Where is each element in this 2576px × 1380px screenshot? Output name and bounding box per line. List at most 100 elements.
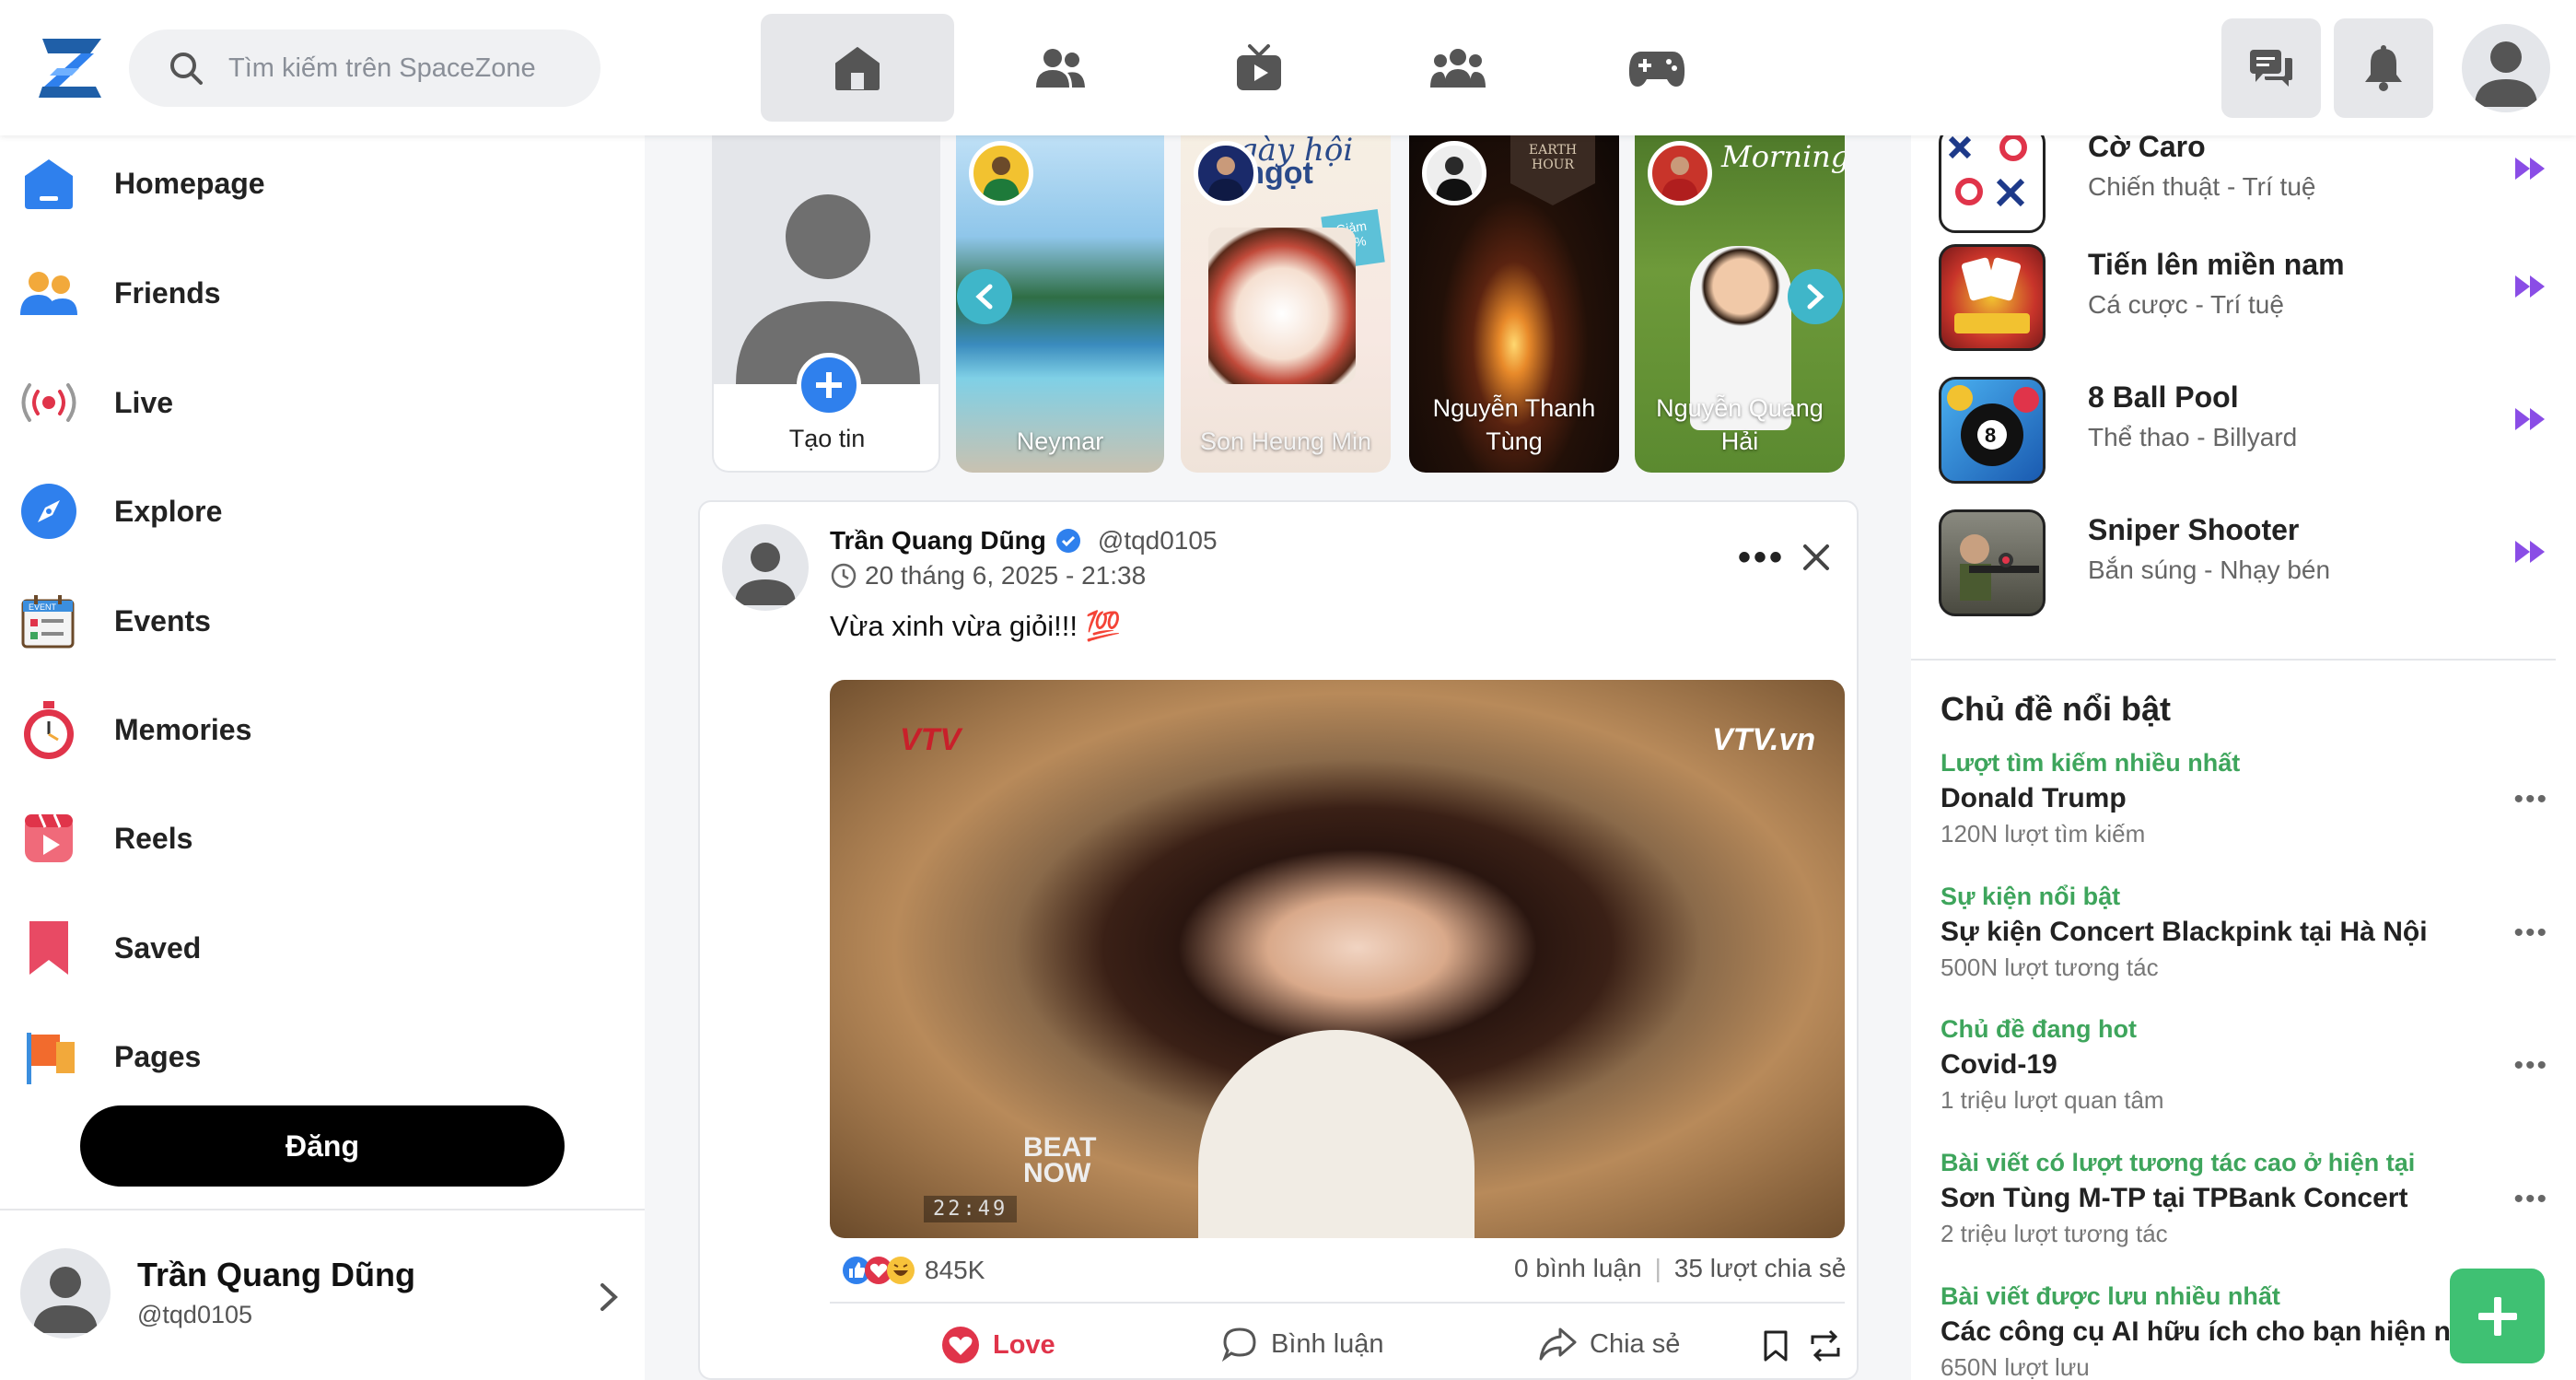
stories-prev-button[interactable] [957, 269, 1012, 324]
chevron-right-icon [1807, 284, 1824, 310]
nav-watch[interactable] [1162, 14, 1356, 122]
reactions-count: 845K [925, 1256, 985, 1284]
search-input[interactable] [228, 53, 578, 84]
compass-icon [21, 484, 76, 539]
svg-text:EVENT: EVENT [29, 602, 57, 612]
sidebar-item-pages[interactable]: Pages [18, 1015, 201, 1098]
avatar [20, 1248, 111, 1339]
story-avatar [1648, 141, 1712, 205]
trending-item[interactable]: Bài viết có lượt tương tác cao ở hiện tạ… [1941, 1149, 2548, 1248]
messages-button[interactable] [2221, 18, 2321, 118]
sidebar-item-friends[interactable]: Friends [18, 251, 221, 334]
game-title: 8 Ball Pool [2088, 380, 2239, 414]
profile-card[interactable]: Trần Quang Dũng @tqd0105 [20, 1248, 628, 1340]
game-item[interactable]: Cờ Caro Chiến thuật - Trí tuệ [1939, 126, 2547, 233]
sidebar-item-memories[interactable]: Memories [18, 688, 251, 771]
story-overlay-text: EARTH HOUR [1510, 135, 1595, 205]
story-avatar [1194, 141, 1258, 205]
trending-item[interactable]: Lượt tìm kiếm nhiều nhất Donald Trump 12… [1941, 749, 2548, 848]
user-avatar[interactable] [2462, 24, 2550, 112]
story-card[interactable]: ngày hội h ngọt Giảm 10% Son Heung Min [1181, 135, 1391, 473]
svg-text:8: 8 [1985, 424, 1996, 447]
tic-tac-toe-icon [1948, 134, 2027, 207]
trending-category: Lượt tìm kiếm nhiều nhất [1941, 749, 2241, 777]
reactions-summary[interactable]: 845K [842, 1256, 985, 1285]
video-subject-shirt [1198, 1030, 1474, 1238]
top-bar [0, 0, 2576, 135]
comment-label: Bình luận [1271, 1328, 1384, 1359]
nav-home[interactable] [761, 14, 954, 122]
post-video[interactable]: VTV VTV.vn BEAT NOW 22:49 [830, 680, 1845, 1238]
live-icon [21, 383, 76, 422]
bell-icon [2365, 45, 2402, 91]
right-divider [1911, 659, 2556, 661]
left-sidebar: Homepage Friends Live Explore EVENT Even… [0, 135, 645, 1380]
create-story-label: Tạo tin [788, 425, 866, 452]
repost-icon[interactable] [1807, 1327, 1844, 1364]
game-item[interactable]: 8 8 Ball Pool Thể thao - Billyard [1939, 377, 2547, 484]
plus-icon [816, 372, 842, 398]
sidebar-item-label: Memories [114, 712, 252, 746]
fast-forward-icon[interactable] [2513, 156, 2547, 181]
nav-gaming[interactable] [1560, 14, 1754, 122]
sidebar-item-label: Friends [114, 275, 221, 310]
trending-stat: 1 triệu lượt quan tâm [1941, 1086, 2164, 1114]
fast-forward-icon[interactable] [2513, 539, 2547, 565]
love-button[interactable]: Love [941, 1326, 1055, 1364]
nav-friends[interactable] [963, 14, 1157, 122]
create-story-card[interactable]: Tạo tin [712, 135, 940, 473]
sidebar-item-events[interactable]: EVENT Events [18, 579, 211, 662]
home-icon [25, 159, 73, 209]
shares-count[interactable]: 35 lượt chia sẻ [1674, 1254, 1847, 1283]
search-icon [170, 53, 203, 85]
story-card[interactable]: EARTH HOUR Nguyễn Thanh Tùng [1409, 135, 1619, 473]
stories-next-button[interactable] [1788, 269, 1843, 324]
trending-more-button[interactable]: ••• [2513, 1050, 2548, 1082]
trending-more-button[interactable]: ••• [2513, 1184, 2548, 1215]
chevron-right-icon[interactable] [599, 1281, 619, 1313]
fast-forward-icon[interactable] [2513, 274, 2547, 299]
sidebar-item-saved[interactable]: Saved [18, 906, 201, 989]
trending-more-button[interactable]: ••• [2513, 784, 2548, 815]
story-avatar [969, 141, 1033, 205]
trending-item[interactable]: Sự kiện nổi bật Sự kiện Concert Blackpin… [1941, 883, 2548, 982]
create-post-fab[interactable] [2450, 1269, 2545, 1363]
spacezone-logo[interactable] [35, 31, 109, 105]
sidebar-item-homepage[interactable]: Homepage [18, 142, 265, 225]
post-author-name[interactable]: Trần Quang Dũng [830, 526, 1046, 556]
trending-item[interactable]: Chủ đề đang hot Covid-19 1 triệu lượt qu… [1941, 1015, 2548, 1115]
create-story-image [714, 135, 938, 384]
notifications-button[interactable] [2334, 18, 2433, 118]
post-author-handle: @tqd0105 [1097, 526, 1218, 555]
comments-count[interactable]: 0 bình luận [1514, 1254, 1642, 1283]
trending-title: Sự kiện Concert Blackpink tại Hà Nội [1941, 917, 2428, 947]
post-button[interactable]: Đăng [80, 1105, 565, 1187]
game-item[interactable]: Tiến lên miền nam Cá cược - Trí tuệ [1939, 244, 2547, 351]
game-subtitle: Bắn súng - Nhạy bén [2088, 556, 2331, 584]
game-item[interactable]: Sniper Shooter Bắn súng - Nhạy bén [1939, 509, 2547, 616]
sidebar-item-reels[interactable]: Reels [18, 797, 192, 880]
story-overlay-text: Morning [1721, 139, 1845, 174]
nav-groups[interactable] [1361, 14, 1555, 122]
video-channel-logo: VTV.vn [1712, 722, 1816, 757]
video-watermark: BEAT NOW [1023, 1132, 1097, 1188]
story-name: Nguyễn Thanh Tùng [1432, 394, 1596, 455]
fast-forward-icon[interactable] [2513, 406, 2547, 432]
sidebar-item-explore[interactable]: Explore [18, 470, 222, 553]
haha-reaction-icon [887, 1257, 915, 1284]
share-button[interactable]: Chia sẻ [1538, 1326, 1680, 1362]
close-icon[interactable] [1801, 543, 1831, 572]
trending-more-button[interactable]: ••• [2513, 918, 2548, 949]
sidebar-item-live[interactable]: Live [18, 361, 173, 444]
comment-button[interactable]: Bình luận [1221, 1326, 1384, 1362]
story-name: Son Heung Min [1199, 427, 1372, 455]
game-subtitle: Cá cược - Trí tuệ [2088, 290, 2284, 319]
user-silhouette-icon [33, 1267, 98, 1333]
sidebar-item-label: Saved [114, 930, 202, 965]
post-more-button[interactable]: ••• [1738, 539, 1785, 576]
profile-handle: @tqd0105 [137, 1301, 253, 1328]
bookmark-icon[interactable] [1763, 1329, 1789, 1362]
search-bar[interactable] [129, 29, 600, 107]
post-author-avatar[interactable] [722, 524, 809, 611]
add-story-button[interactable] [797, 353, 861, 417]
